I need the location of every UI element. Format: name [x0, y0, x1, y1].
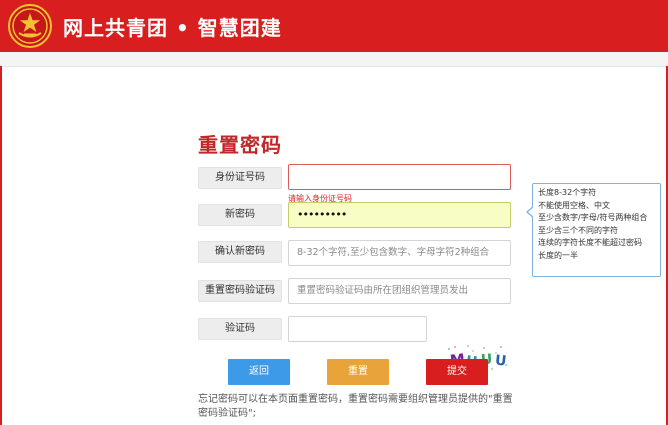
tooltip-line: 不能使用空格、中文 — [538, 200, 610, 210]
new-password-input[interactable]: ••••••••• — [288, 202, 511, 228]
page-title: 重置密码 — [198, 133, 282, 157]
reset-button[interactable]: 重置 — [327, 359, 389, 385]
password-rules-tooltip: 长度8-32个字符 不能使用空格、中文 至少含数字/字母/符号两种组合 至少含三… — [526, 183, 661, 277]
tooltip-line: 至少含数字/字母/符号两种组合 — [538, 213, 648, 222]
id-number-label: 身份证号码 — [198, 167, 282, 189]
tooltip-line: 长度的一半 — [538, 250, 578, 260]
site-header: 网上共青团 • 智慧团建 — [0, 0, 668, 52]
tooltip-line: 长度8-32个字符 — [538, 188, 597, 197]
youth-league-emblem-icon — [8, 4, 52, 48]
navigation-bar — [0, 52, 668, 67]
frame-border-left — [0, 66, 2, 425]
captcha-label: 验证码 — [198, 318, 282, 340]
id-number-input[interactable] — [288, 164, 511, 190]
captcha-char: U — [494, 353, 507, 370]
confirm-password-input[interactable]: 8-32个字符,至少包含数字、字母字符2种组合 — [288, 240, 511, 266]
reset-code-input[interactable]: 重置密码验证码由所在团组织管理员发出 — [288, 278, 511, 304]
site-title: 网上共青团 • 智慧团建 — [63, 16, 282, 40]
back-button[interactable]: 返回 — [228, 359, 290, 385]
submit-button[interactable]: 提交 — [426, 359, 488, 385]
reset-code-label: 重置密码验证码 — [198, 280, 282, 302]
captcha-input[interactable] — [288, 316, 427, 342]
help-note: 忘记密码可以在本页面重置密码，重置密码需要组织管理员提供的"重置密码验证码"; — [198, 394, 513, 419]
tooltip-line: 连续的字符长度不能超过密码 — [538, 238, 642, 247]
confirm-password-label: 确认新密码 — [198, 241, 282, 263]
new-password-label: 新密码 — [198, 204, 282, 226]
tooltip-line: 至少含三个不同的字符 — [538, 225, 618, 235]
tooltip-arrow-inner — [528, 207, 534, 217]
